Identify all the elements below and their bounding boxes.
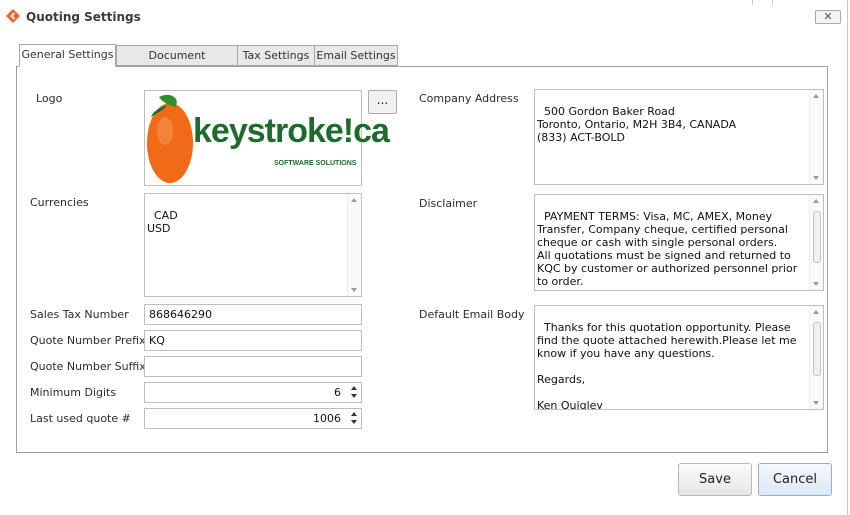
close-icon: ✕ (823, 10, 833, 23)
tab-email-settings[interactable]: Email Settings (314, 45, 398, 66)
email-body-text: Thanks for this quotation opportunity. P… (537, 321, 797, 410)
quote-suffix-label: Quote Number Suffix (30, 360, 146, 373)
min-digits-label: Minimum Digits (30, 386, 117, 399)
last-quote-spinner[interactable]: 1006 (144, 408, 362, 429)
email-body-scroll-thumb[interactable] (813, 322, 821, 376)
spin-down-icon[interactable] (351, 420, 357, 424)
background-edge-1 (752, 0, 753, 5)
scroll-down-icon[interactable] (813, 176, 819, 180)
company-address-label: Company Address (419, 92, 519, 105)
logo-tagline-text: SOFTWARE SOLUTIONS (274, 160, 357, 167)
email-body-input[interactable]: Thanks for this quotation opportunity. P… (534, 305, 824, 410)
spin-up-icon[interactable] (351, 412, 357, 416)
disclaimer-scroll-thumb[interactable] (813, 211, 821, 263)
currencies-label: Currencies (30, 196, 89, 209)
logo-label: Logo (36, 92, 63, 105)
sales-tax-label: Sales Tax Number (30, 308, 129, 321)
close-button[interactable]: ✕ (815, 10, 841, 24)
save-button[interactable]: Save (678, 463, 752, 496)
min-digits-value: 6 (334, 386, 341, 399)
scroll-up-icon[interactable] (813, 94, 819, 98)
logo-image[interactable]: keystroke!ca SOFTWARE SOLUTIONS (144, 90, 390, 186)
min-digits-spinner[interactable]: 6 (144, 382, 362, 403)
scroll-down-icon[interactable] (351, 288, 357, 292)
spin-up-icon[interactable] (351, 386, 357, 390)
spin-down-icon[interactable] (351, 394, 357, 398)
company-address-text: 500 Gordon Baker Road Toronto, Ontario, … (537, 105, 737, 144)
quote-prefix-label: Quote Number Prefix (30, 334, 146, 347)
logo-brand-text: keystroke!ca (193, 112, 390, 150)
currencies-text: CAD USD (147, 209, 178, 235)
scroll-down-icon[interactable] (813, 282, 819, 286)
browse-logo-button[interactable]: ... (368, 90, 397, 114)
email-body-scrollbar[interactable] (809, 306, 823, 409)
window-right-border (847, 0, 848, 515)
company-address-scrollbar[interactable] (809, 90, 823, 184)
background-edge-2 (772, 0, 773, 5)
quote-prefix-input[interactable]: KQ (144, 330, 362, 351)
window-title: Quoting Settings (26, 10, 141, 24)
quote-suffix-input[interactable] (144, 356, 362, 377)
sales-tax-input[interactable]: 868646290 (144, 304, 362, 325)
app-logo-icon (6, 9, 20, 23)
currencies-list[interactable]: CAD USD (144, 193, 362, 297)
last-quote-value: 1006 (313, 412, 341, 425)
scroll-up-icon[interactable] (813, 199, 819, 203)
last-quote-label: Last used quote # (30, 412, 131, 425)
disclaimer-text: PAYMENT TERMS: Visa, MC, AMEX, Money Tra… (537, 210, 798, 288)
scroll-up-icon[interactable] (351, 198, 357, 202)
cancel-button[interactable]: Cancel (758, 463, 832, 496)
company-address-input[interactable]: 500 Gordon Baker Road Toronto, Ontario, … (534, 89, 824, 185)
title-bar: Quoting Settings ✕ (0, 0, 850, 34)
email-body-label: Default Email Body (419, 308, 525, 321)
tab-general-settings[interactable]: General Settings (19, 44, 116, 67)
scroll-up-icon[interactable] (813, 310, 819, 314)
disclaimer-input[interactable]: PAYMENT TERMS: Visa, MC, AMEX, Money Tra… (534, 194, 824, 291)
tab-document-formatting[interactable]: Document Formatting (116, 45, 238, 81)
scroll-down-icon[interactable] (813, 401, 819, 405)
disclaimer-scrollbar[interactable] (809, 195, 823, 290)
disclaimer-label: Disclaimer (419, 197, 478, 210)
currencies-scrollbar[interactable] (347, 194, 361, 296)
tab-tax-settings[interactable]: Tax Settings (237, 45, 315, 66)
